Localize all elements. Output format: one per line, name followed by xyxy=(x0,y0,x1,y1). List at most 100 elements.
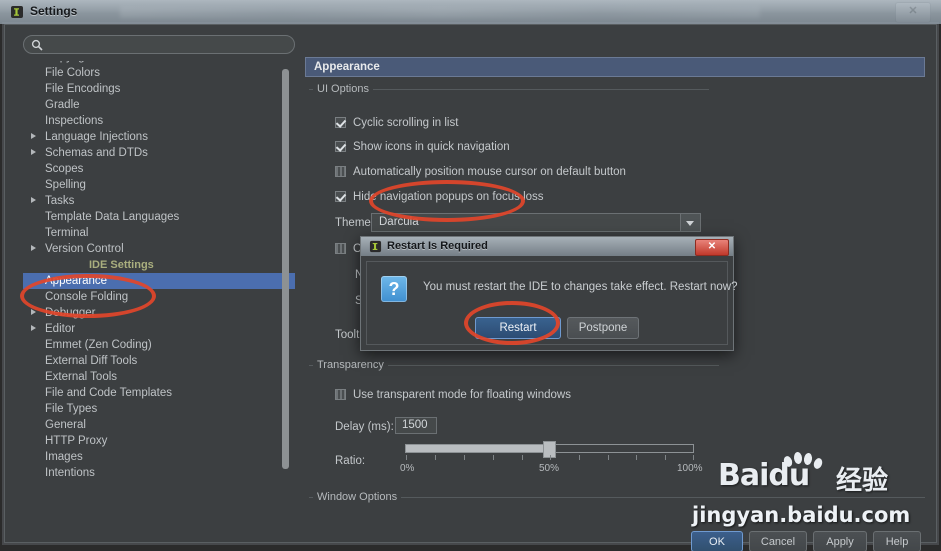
tree-item-label: Gradle xyxy=(45,99,80,111)
settings-window-title: Settings xyxy=(30,4,78,18)
checkbox-show-icons[interactable]: Show icons in quick navigation xyxy=(335,141,510,153)
dialog-close-button[interactable]: ✕ xyxy=(695,239,729,256)
tree-item-label: Scopes xyxy=(45,163,84,175)
settings-titlebar: Settings xyxy=(0,0,941,24)
tree-item-label: HTTP Proxy xyxy=(45,435,108,447)
help-button[interactable]: Help xyxy=(873,531,921,551)
ratio-slider-fill xyxy=(406,445,549,452)
ratio-tick-0: 0% xyxy=(400,463,415,474)
sidebar-item-template-data-languages[interactable]: Template Data Languages xyxy=(23,209,295,225)
checkbox-box[interactable] xyxy=(335,117,346,128)
ok-button[interactable]: OK xyxy=(691,531,743,551)
checkbox-label: Show icons in quick navigation xyxy=(353,141,510,153)
sidebar-item-file-types[interactable]: File Types xyxy=(23,401,295,417)
ratio-label: Ratio: xyxy=(335,455,366,467)
ratio-tick-50: 50% xyxy=(539,463,560,474)
tree-item-label: External Diff Tools xyxy=(45,355,138,367)
checkbox-box[interactable] xyxy=(335,389,346,400)
sidebar-item-file-and-code-templates[interactable]: File and Code Templates xyxy=(23,385,295,401)
tree-item-label: Terminal xyxy=(45,227,89,239)
chevron-right-icon[interactable] xyxy=(31,197,36,203)
postpone-button[interactable]: Postpone xyxy=(567,317,639,339)
checkbox-auto-position-cursor[interactable]: Automatically position mouse cursor on d… xyxy=(335,166,626,178)
tree-item-label: Schemas and DTDs xyxy=(45,147,148,159)
tree-item-label: Intentions xyxy=(45,467,95,479)
checkbox-box[interactable] xyxy=(335,243,346,254)
sidebar-item-file-encodings[interactable]: File Encodings xyxy=(23,81,295,97)
sidebar-item-gradle[interactable]: Gradle xyxy=(23,97,295,113)
checkbox-label: Automatically position mouse cursor on d… xyxy=(353,166,626,178)
sidebar-item-version-control[interactable]: Version Control xyxy=(23,241,295,257)
intellij-icon xyxy=(11,6,23,18)
delay-input[interactable]: 1500 xyxy=(395,417,437,434)
ui-options-legend: UI Options xyxy=(313,83,373,95)
checkbox-box[interactable] xyxy=(335,166,346,177)
tree-item-label: Tasks xyxy=(45,195,75,207)
sidebar-item-language-injections[interactable]: Language Injections xyxy=(23,129,295,145)
tree-item-label: Language Injections xyxy=(45,131,148,143)
pane-header: Appearance xyxy=(305,57,925,77)
annotation-ellipse-restart xyxy=(464,301,560,345)
sidebar-item-schemas-and-dtds[interactable]: Schemas and DTDs xyxy=(23,145,295,161)
screen: ✕ Settings Copyright File Colors File Enco… xyxy=(0,0,941,551)
tree-item-label: General xyxy=(45,419,86,431)
checkbox-box[interactable] xyxy=(335,191,346,202)
annotation-ellipse-theme xyxy=(369,180,525,222)
sidebar-item-tasks[interactable]: Tasks xyxy=(23,193,295,209)
checkbox-label: Use transparent mode for floating window… xyxy=(353,389,571,401)
chevron-right-icon[interactable] xyxy=(31,245,36,251)
tree-item-label: Spelling xyxy=(45,179,86,191)
tree-item-label: File and Code Templates xyxy=(45,387,172,399)
search-box[interactable] xyxy=(23,35,295,55)
search-input[interactable] xyxy=(48,36,292,55)
checkbox-box[interactable] xyxy=(335,141,346,152)
tree-item-label: Images xyxy=(45,451,83,463)
watermark-brand-cn: 经验 xyxy=(836,466,889,496)
sidebar-item-inspections[interactable]: Inspections xyxy=(23,113,295,129)
theme-label: Theme: xyxy=(335,217,374,229)
cancel-button[interactable]: Cancel xyxy=(749,531,807,551)
sidebar-item-external-tools[interactable]: External Tools xyxy=(23,369,295,385)
sidebar-item-http-proxy[interactable]: HTTP Proxy xyxy=(23,433,295,449)
sidebar-item-images[interactable]: Images xyxy=(23,449,295,465)
annotation-ellipse-appearance xyxy=(20,274,156,318)
checkbox-cyclic-scrolling[interactable]: Cyclic scrolling in list xyxy=(335,117,458,129)
pane-title: Appearance xyxy=(314,61,380,73)
window-options-legend: Window Options xyxy=(313,491,402,503)
tree-scrollbar-thumb[interactable] xyxy=(282,69,289,469)
sidebar-item-scopes[interactable]: Scopes xyxy=(23,161,295,177)
tree-item-label: File Encodings xyxy=(45,83,121,95)
question-icon: ? xyxy=(381,276,407,302)
sidebar-item-external-diff-tools[interactable]: External Diff Tools xyxy=(23,353,295,369)
sidebar-item-emmet-zen-coding[interactable]: Emmet (Zen Coding) xyxy=(23,337,295,353)
tree-item-label: Copyright xyxy=(45,61,94,63)
checkbox-transparent-mode[interactable]: Use transparent mode for floating window… xyxy=(335,389,571,401)
ui-options-group: UI Options xyxy=(309,83,709,95)
chevron-right-icon[interactable] xyxy=(31,149,36,155)
tree-item-label: IDE Settings xyxy=(89,259,154,271)
sidebar-item-terminal[interactable]: Terminal xyxy=(23,225,295,241)
apply-button[interactable]: Apply xyxy=(813,531,867,551)
chevron-right-icon[interactable] xyxy=(31,325,36,331)
tree-group-header: IDE Settings xyxy=(23,257,295,273)
tree-item-label: External Tools xyxy=(45,371,118,383)
tree-item-label: Editor xyxy=(45,323,76,335)
sidebar-item-spelling[interactable]: Spelling xyxy=(23,177,295,193)
watermark-url: jingyan.baidu.com xyxy=(692,503,911,527)
delay-label: Delay (ms): xyxy=(335,421,394,433)
dialog-message: You must restart the IDE to changes take… xyxy=(423,281,738,293)
sidebar-item-intentions[interactable]: Intentions xyxy=(23,465,295,481)
chevron-down-icon[interactable] xyxy=(680,214,700,231)
sidebar-item-general[interactable]: General xyxy=(23,417,295,433)
search-icon xyxy=(31,39,43,51)
tree-item-label: File Types xyxy=(45,403,98,415)
intellij-icon xyxy=(369,240,382,253)
delay-value: 1500 xyxy=(402,419,428,431)
tree-item-label: Inspections xyxy=(45,115,104,127)
tree-item-label: File Colors xyxy=(45,67,100,79)
sidebar-item-editor[interactable]: Editor xyxy=(23,321,295,337)
tree-item-label: Version Control xyxy=(45,243,124,255)
chevron-right-icon[interactable] xyxy=(31,133,36,139)
sidebar-item-file-colors[interactable]: File Colors xyxy=(23,65,295,81)
paw-icon xyxy=(782,451,824,478)
